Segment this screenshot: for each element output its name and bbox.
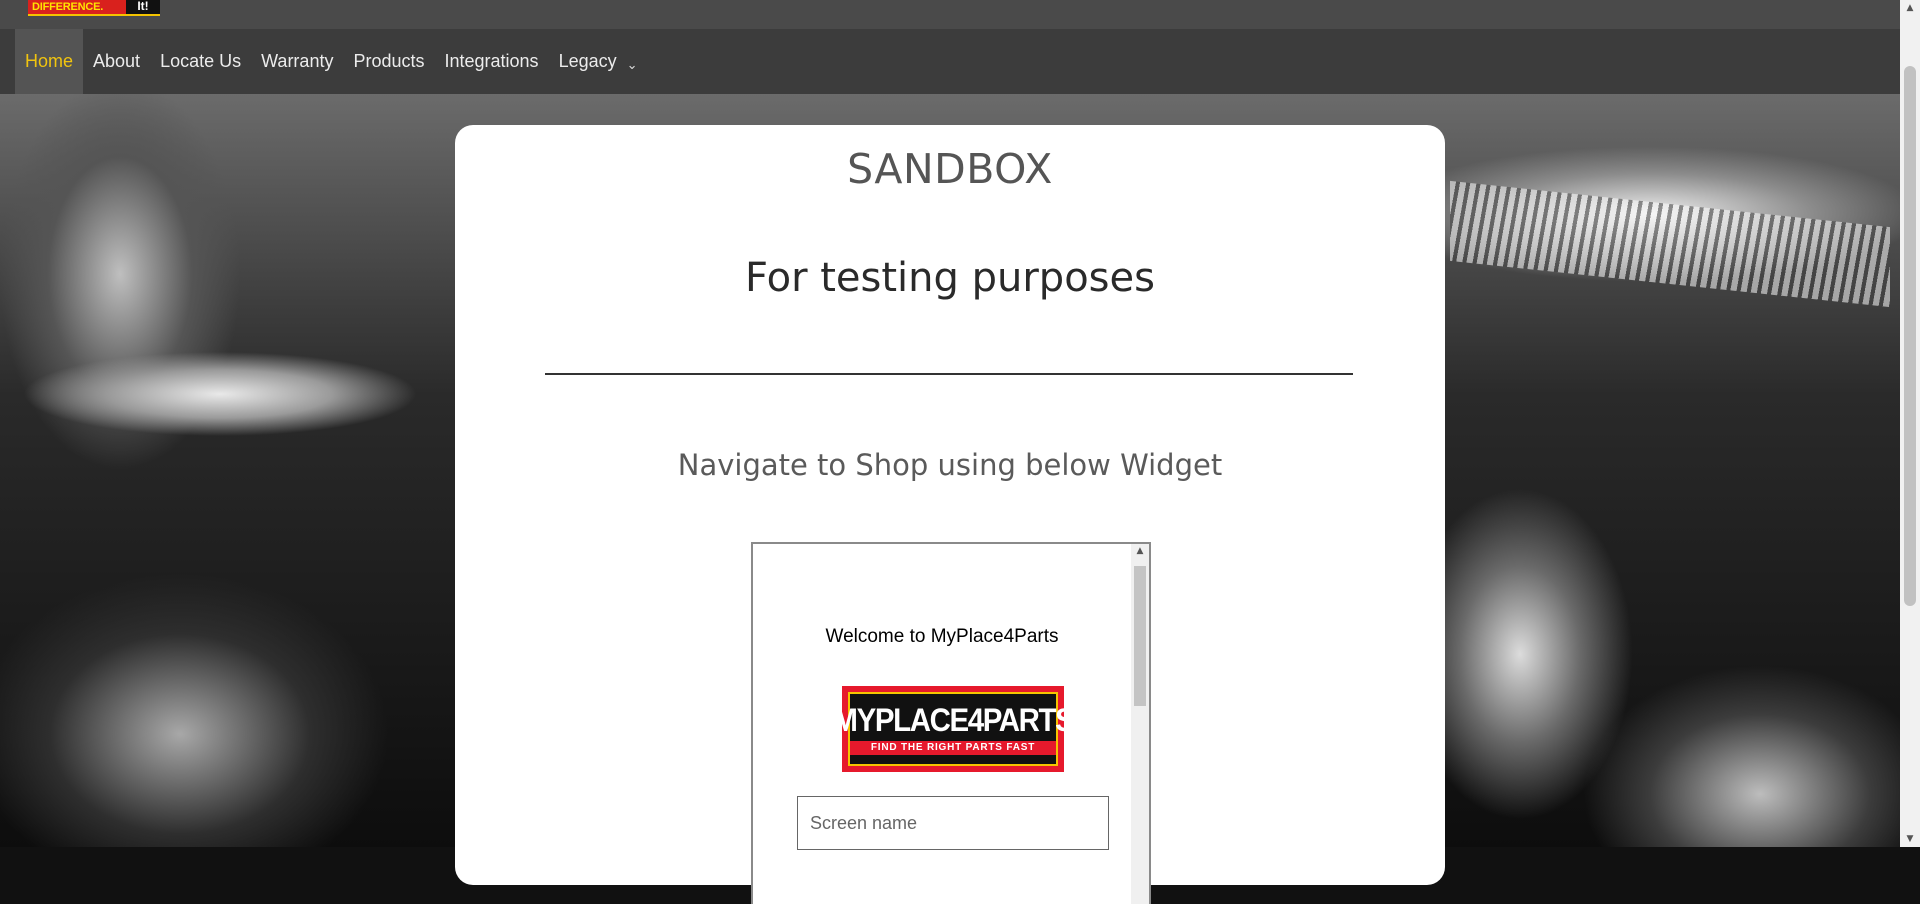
- myplace4parts-widget[interactable]: Welcome to MyPlace4Parts MYPLACE4PARTS F…: [751, 542, 1151, 904]
- myplace4parts-logo-name: MYPLACE4PARTS: [833, 702, 1074, 738]
- content-card: SANDBOX For testing purposes Navigate to…: [455, 125, 1445, 904]
- chevron-down-icon[interactable]: ⌄: [627, 57, 638, 73]
- nav-item-label: Warranty: [261, 51, 334, 71]
- screen-name-input[interactable]: [797, 796, 1109, 850]
- nav-item-locate-us[interactable]: Locate Us: [150, 29, 251, 94]
- scroll-up-icon[interactable]: ▲: [1134, 546, 1146, 556]
- page-title: SANDBOX: [847, 145, 1053, 193]
- widget-welcome-text: Welcome to MyPlace4Parts: [825, 626, 1059, 647]
- myplace4parts-logo: MYPLACE4PARTS FIND THE RIGHT PARTS FAST: [833, 686, 1074, 772]
- nav-item-label: Integrations: [444, 51, 539, 71]
- nav-item-about[interactable]: About: [83, 29, 150, 94]
- page-scrollbar-thumb[interactable]: [1904, 66, 1916, 606]
- nav-item-label: Legacy: [558, 51, 617, 71]
- divider: [545, 373, 1353, 375]
- scroll-down-icon[interactable]: ▼: [1904, 833, 1916, 845]
- nav-item-home[interactable]: Home: [15, 29, 84, 94]
- nav-item-integrations[interactable]: Integrations: [435, 29, 549, 94]
- widget-scrollbar-thumb[interactable]: [1134, 566, 1146, 706]
- nav-item-legacy[interactable]: Legacy ⌄: [549, 29, 648, 94]
- widget-instruction: Navigate to Shop using below Widget: [677, 448, 1223, 482]
- top-header: DIFFERENCE. It!: [0, 0, 1900, 29]
- page-scrollbar[interactable]: ▲ ▼: [1900, 0, 1920, 847]
- site-logo-mark: It!: [126, 0, 160, 14]
- nav-item-label: About: [93, 51, 141, 71]
- site-logo-text: DIFFERENCE.: [32, 1, 104, 13]
- engine-grille-detail: [1450, 180, 1890, 308]
- nav-item-products[interactable]: Products: [343, 29, 434, 94]
- scroll-up-icon[interactable]: ▲: [1904, 2, 1916, 14]
- main-nav: Home About Locate Us Warranty Products I…: [0, 29, 1900, 94]
- nav-item-label: Home: [25, 51, 74, 71]
- nav-item-warranty[interactable]: Warranty: [251, 29, 343, 94]
- nav-item-label: Locate Us: [160, 51, 242, 71]
- page-subtitle: For testing purposes: [745, 255, 1155, 301]
- myplace4parts-logo-inner: MYPLACE4PARTS FIND THE RIGHT PARTS FAST: [833, 692, 1074, 766]
- myplace4parts-logo-tagline: FIND THE RIGHT PARTS FAST: [850, 741, 1056, 755]
- nav-item-label: Products: [353, 51, 425, 71]
- site-logo[interactable]: DIFFERENCE. It!: [28, 0, 160, 16]
- widget-scrollbar[interactable]: ▲: [1131, 544, 1149, 904]
